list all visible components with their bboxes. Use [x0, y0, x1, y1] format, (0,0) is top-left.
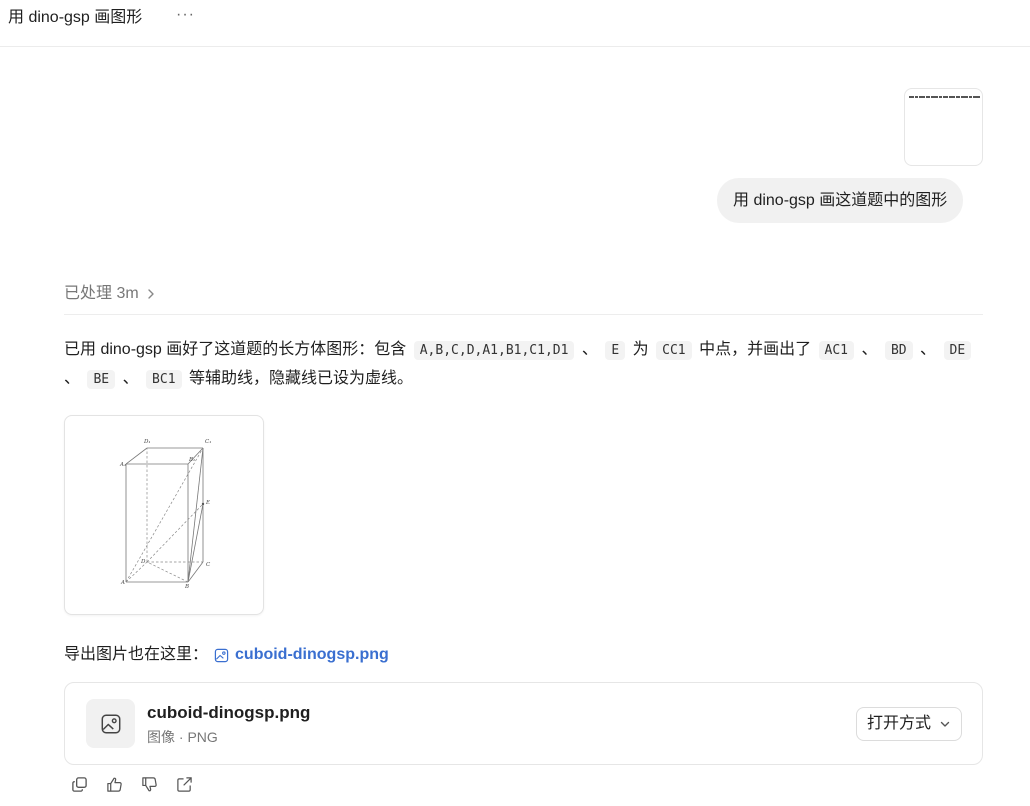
thumbs-up-button[interactable]	[105, 775, 124, 794]
inline-code: A,B,C,D,A1,B1,C1,D1	[413, 341, 575, 360]
file-image-icon	[86, 699, 135, 748]
attachment-preview-text-icon	[909, 96, 980, 98]
divider	[64, 314, 983, 315]
point-e	[201, 502, 205, 506]
label-d: D	[140, 559, 146, 565]
answer-text: 为	[632, 341, 649, 358]
answer-text: 已用 dino-gsp 画好了这道题的长方体图形：包含	[64, 341, 407, 358]
inline-code: DE	[943, 341, 972, 360]
file-name: cuboid-dinogsp.png	[147, 703, 311, 722]
user-message-bubble: 用 dino-gsp 画这道题中的图形	[717, 178, 964, 223]
export-link-label: cuboid-dinogsp.png	[235, 646, 389, 663]
image-icon	[214, 648, 229, 662]
hidden-edge-ad	[125, 561, 148, 583]
share-button[interactable]	[175, 775, 194, 794]
more-icon[interactable]: ···	[176, 6, 195, 24]
processed-label: 已处理 3m	[64, 285, 139, 302]
copy-button[interactable]	[70, 775, 89, 794]
hidden-line-ac1	[125, 447, 204, 583]
answer-text: 、	[861, 341, 878, 358]
attachment-thumbnail[interactable]	[904, 88, 983, 166]
inline-code: BC1	[146, 370, 182, 389]
hidden-line-bd	[146, 561, 189, 583]
edge-a1d1	[125, 447, 148, 465]
thumbs-down-button[interactable]	[140, 775, 159, 794]
open-with-label: 打开方式	[866, 715, 931, 732]
inline-code: BE	[87, 370, 116, 389]
copy-icon	[72, 777, 87, 792]
cuboid-figure: D₁ C₁ A₁ B₁ E C D A B	[119, 439, 211, 590]
label-a: A	[120, 580, 125, 586]
answer-text: 、	[64, 370, 81, 387]
assistant-answer: 已用 dino-gsp 画好了这道题的长方体图形：包含 A,B,C,D,A1,B…	[64, 336, 992, 394]
hidden-line-de	[146, 503, 204, 563]
file-card[interactable]: cuboid-dinogsp.png 图像 · PNG 打开方式	[64, 682, 983, 765]
inline-code: E	[605, 341, 626, 360]
thumbs-down-icon	[142, 777, 157, 792]
image-icon	[101, 714, 120, 733]
export-text: 导出图片也在这里：	[64, 646, 209, 663]
label-a1: A₁	[119, 462, 126, 468]
label-d1: D₁	[143, 439, 151, 445]
chevron-down-icon	[940, 721, 950, 727]
answer-text: 、	[581, 341, 598, 358]
thumbs-up-icon	[107, 777, 122, 792]
header: 用 dino-gsp 画图形 ···	[0, 0, 1030, 47]
label-c: C	[206, 562, 211, 568]
figure-image-card[interactable]: D₁ C₁ A₁ B₁ E C D A B	[64, 415, 264, 615]
label-e: E	[205, 500, 210, 506]
answer-text: 中点，并画出了	[699, 341, 812, 358]
inline-code: CC1	[656, 341, 692, 360]
export-line: 导出图片也在这里： cuboid-dinogsp.png	[64, 643, 389, 667]
processed-toggle[interactable]: 已处理 3m	[64, 284, 157, 304]
answer-text: 、	[920, 341, 937, 358]
answer-text: 等辅助线，隐藏线已设为虚线。	[188, 370, 413, 387]
label-c1: C₁	[205, 439, 211, 445]
chevron-right-icon	[147, 289, 154, 299]
message-actions	[70, 775, 194, 794]
conversation-title: 用 dino-gsp 画图形	[8, 9, 143, 26]
label-b: B	[184, 584, 189, 590]
answer-text: 、	[122, 370, 139, 387]
label-b1: B₁	[188, 457, 195, 463]
file-meta: 图像 · PNG	[147, 729, 218, 745]
export-file-link[interactable]: cuboid-dinogsp.png	[214, 643, 389, 667]
inline-code: BD	[884, 341, 913, 360]
share-icon	[177, 777, 192, 792]
open-with-button[interactable]: 打开方式	[855, 707, 962, 741]
inline-code: AC1	[818, 341, 855, 360]
